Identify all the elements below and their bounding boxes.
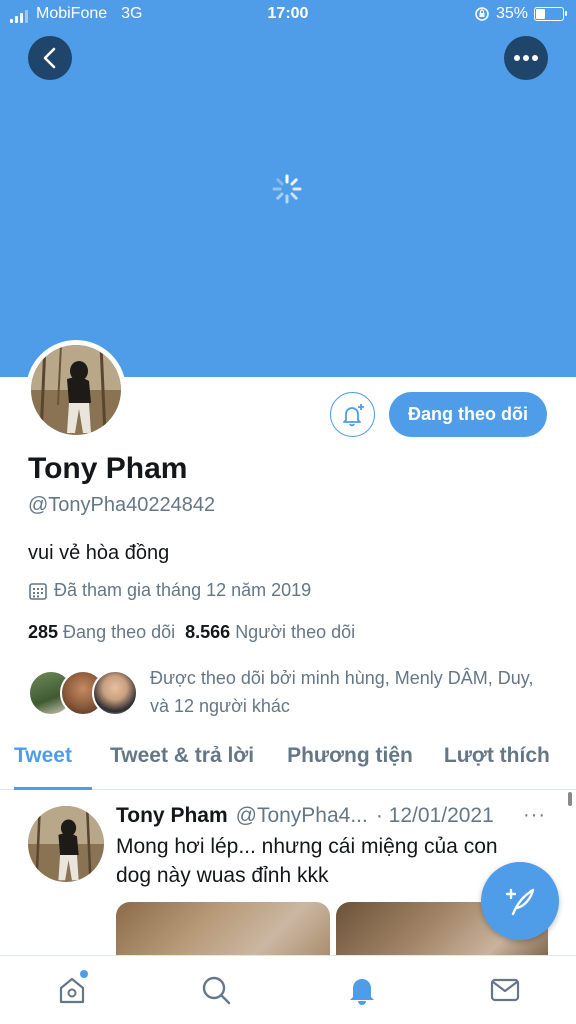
tweet-date: · 12/01/2021 bbox=[375, 804, 494, 827]
nav-notifications[interactable] bbox=[342, 970, 382, 1010]
mutual-avatar bbox=[92, 670, 138, 716]
nav-home[interactable] bbox=[52, 970, 92, 1010]
more-options-button[interactable] bbox=[504, 36, 548, 80]
calendar-icon bbox=[29, 582, 47, 600]
tweet-author: Tony Pham bbox=[116, 804, 228, 827]
status-bar: MobiFone 3G 17:00 35% bbox=[0, 0, 576, 30]
following-count: 285 bbox=[28, 622, 59, 642]
compose-icon bbox=[505, 888, 535, 916]
notifications-icon bbox=[350, 979, 374, 1005]
nav-search[interactable] bbox=[196, 970, 236, 1010]
home-icon bbox=[59, 977, 85, 1004]
profile-name: Tony Pham bbox=[28, 452, 188, 485]
profile-tabs: Tweet Tweet & trả lời Phương tiện Lượt t… bbox=[0, 736, 576, 790]
following-label: Đang theo dõi bbox=[63, 622, 176, 642]
bottom-nav bbox=[0, 955, 576, 1024]
followers-count: 8.566 bbox=[185, 622, 231, 642]
tweet-media-image[interactable] bbox=[116, 902, 330, 962]
tab-likes[interactable]: Lượt thích bbox=[444, 736, 550, 790]
loading-spinner-icon bbox=[272, 174, 302, 204]
profile-handle: @TonyPha40224842 bbox=[28, 494, 216, 516]
tab-media[interactable]: Phương tiện bbox=[287, 736, 413, 790]
followed-by-text: Được theo dõi bởi minh hùng, Menly DÂM, … bbox=[150, 668, 534, 716]
following-count-link[interactable]: 285 Đang theo dõi bbox=[28, 622, 175, 643]
followed-by-row[interactable]: Được theo dõi bởi minh hùng, Menly DÂM, … bbox=[28, 666, 548, 720]
joined-text: Đã tham gia tháng 12 năm 2019 bbox=[54, 580, 312, 600]
joined-date: Đã tham gia tháng 12 năm 2019 bbox=[28, 580, 311, 601]
battery-icon bbox=[534, 7, 567, 21]
tweet-handle: @TonyPha4... bbox=[235, 804, 368, 827]
tweet-more-button[interactable]: ··· bbox=[523, 804, 546, 827]
profile-bio: vui vẻ hòa đồng bbox=[28, 542, 170, 564]
scrollbar[interactable] bbox=[568, 792, 572, 806]
mutual-avatars bbox=[28, 666, 148, 716]
more-icon bbox=[514, 55, 538, 61]
compose-button[interactable] bbox=[481, 862, 559, 940]
back-icon bbox=[43, 47, 56, 69]
tweet-avatar[interactable] bbox=[28, 806, 104, 882]
followers-label: Người theo dõi bbox=[235, 622, 356, 642]
following-button[interactable]: Đang theo dõi bbox=[389, 392, 547, 437]
tweet-text: Mong hơi lép... nhưng cái miệng của con … bbox=[116, 835, 498, 887]
profile-avatar[interactable] bbox=[26, 340, 126, 440]
followers-count-link[interactable]: 8.566 Người theo dõi bbox=[185, 622, 355, 643]
avatar-photo bbox=[31, 345, 121, 435]
profile-banner bbox=[0, 0, 576, 377]
search-icon bbox=[202, 976, 231, 1005]
messages-icon bbox=[490, 978, 520, 1002]
back-button[interactable] bbox=[28, 36, 72, 80]
battery-percent: 35% bbox=[495, 5, 528, 22]
tweet-header: Tony Pham @TonyPha4... · 12/01/2021 bbox=[116, 804, 494, 828]
rotation-lock-icon bbox=[475, 7, 489, 21]
bell-add-icon bbox=[342, 403, 364, 426]
follow-counts: 285 Đang theo dõi 8.566 Người theo dõi bbox=[28, 622, 355, 643]
notify-button[interactable] bbox=[330, 392, 375, 437]
avatar-photo bbox=[28, 806, 104, 882]
tab-tweets-replies[interactable]: Tweet & trả lời bbox=[110, 736, 254, 790]
tab-tweets[interactable]: Tweet bbox=[14, 736, 92, 790]
nav-messages[interactable] bbox=[485, 970, 525, 1010]
new-content-dot bbox=[80, 970, 88, 978]
